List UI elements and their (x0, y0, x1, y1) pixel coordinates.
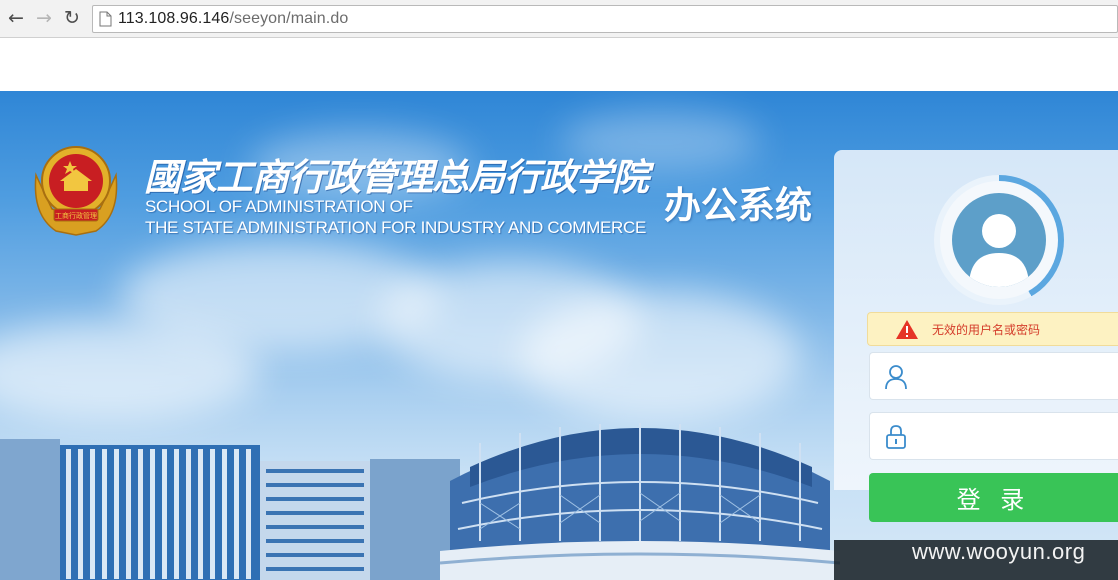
lock-icon (886, 425, 906, 449)
svg-text:工商行政管理: 工商行政管理 (55, 211, 97, 220)
warning-icon (896, 320, 918, 339)
username-input[interactable] (918, 361, 1108, 391)
arrow-right-icon: → (36, 7, 52, 29)
reload-icon: ↻ (64, 7, 80, 29)
campus-buildings-image (0, 423, 840, 580)
user-icon (885, 365, 907, 390)
system-title: 办公系统 (664, 183, 812, 227)
browser-toolbar: ← → ↻ 113.108.96.146/seeyon/main.do (0, 0, 1118, 38)
arrow-left-icon: ← (8, 7, 24, 29)
school-name-en-line2: THE STATE ADMINISTRATION FOR INDUSTRY AN… (145, 218, 647, 237)
url-text: 113.108.96.146/seeyon/main.do (118, 10, 348, 28)
url-path: /seeyon/main.do (229, 10, 349, 27)
username-field[interactable] (869, 352, 1118, 400)
school-name-cn: 國家工商行政管理总局行政学院 (144, 155, 649, 199)
address-bar[interactable]: 113.108.96.146/seeyon/main.do (92, 5, 1118, 33)
url-host: 113.108.96.146 (118, 10, 230, 27)
forward-button[interactable]: → (32, 6, 56, 30)
watermark: www.wooyun.org (912, 539, 1086, 564)
password-field[interactable] (869, 412, 1118, 460)
error-text: 无效的用户名或密码 (932, 323, 1041, 337)
login-error-message: 无效的用户名或密码 (867, 312, 1118, 346)
page-top-band (0, 39, 1118, 91)
password-input[interactable] (918, 421, 1108, 451)
school-name-en-line1: SCHOOL OF ADMINISTRATION OF (145, 197, 413, 216)
page-icon (99, 11, 112, 27)
user-avatar-icon (952, 193, 1046, 287)
login-button[interactable]: 登 录 (869, 473, 1118, 522)
back-button[interactable]: ← (4, 6, 28, 30)
reload-button[interactable]: ↻ (60, 6, 84, 30)
national-emblem-icon: 工商行政管理 (34, 146, 118, 236)
